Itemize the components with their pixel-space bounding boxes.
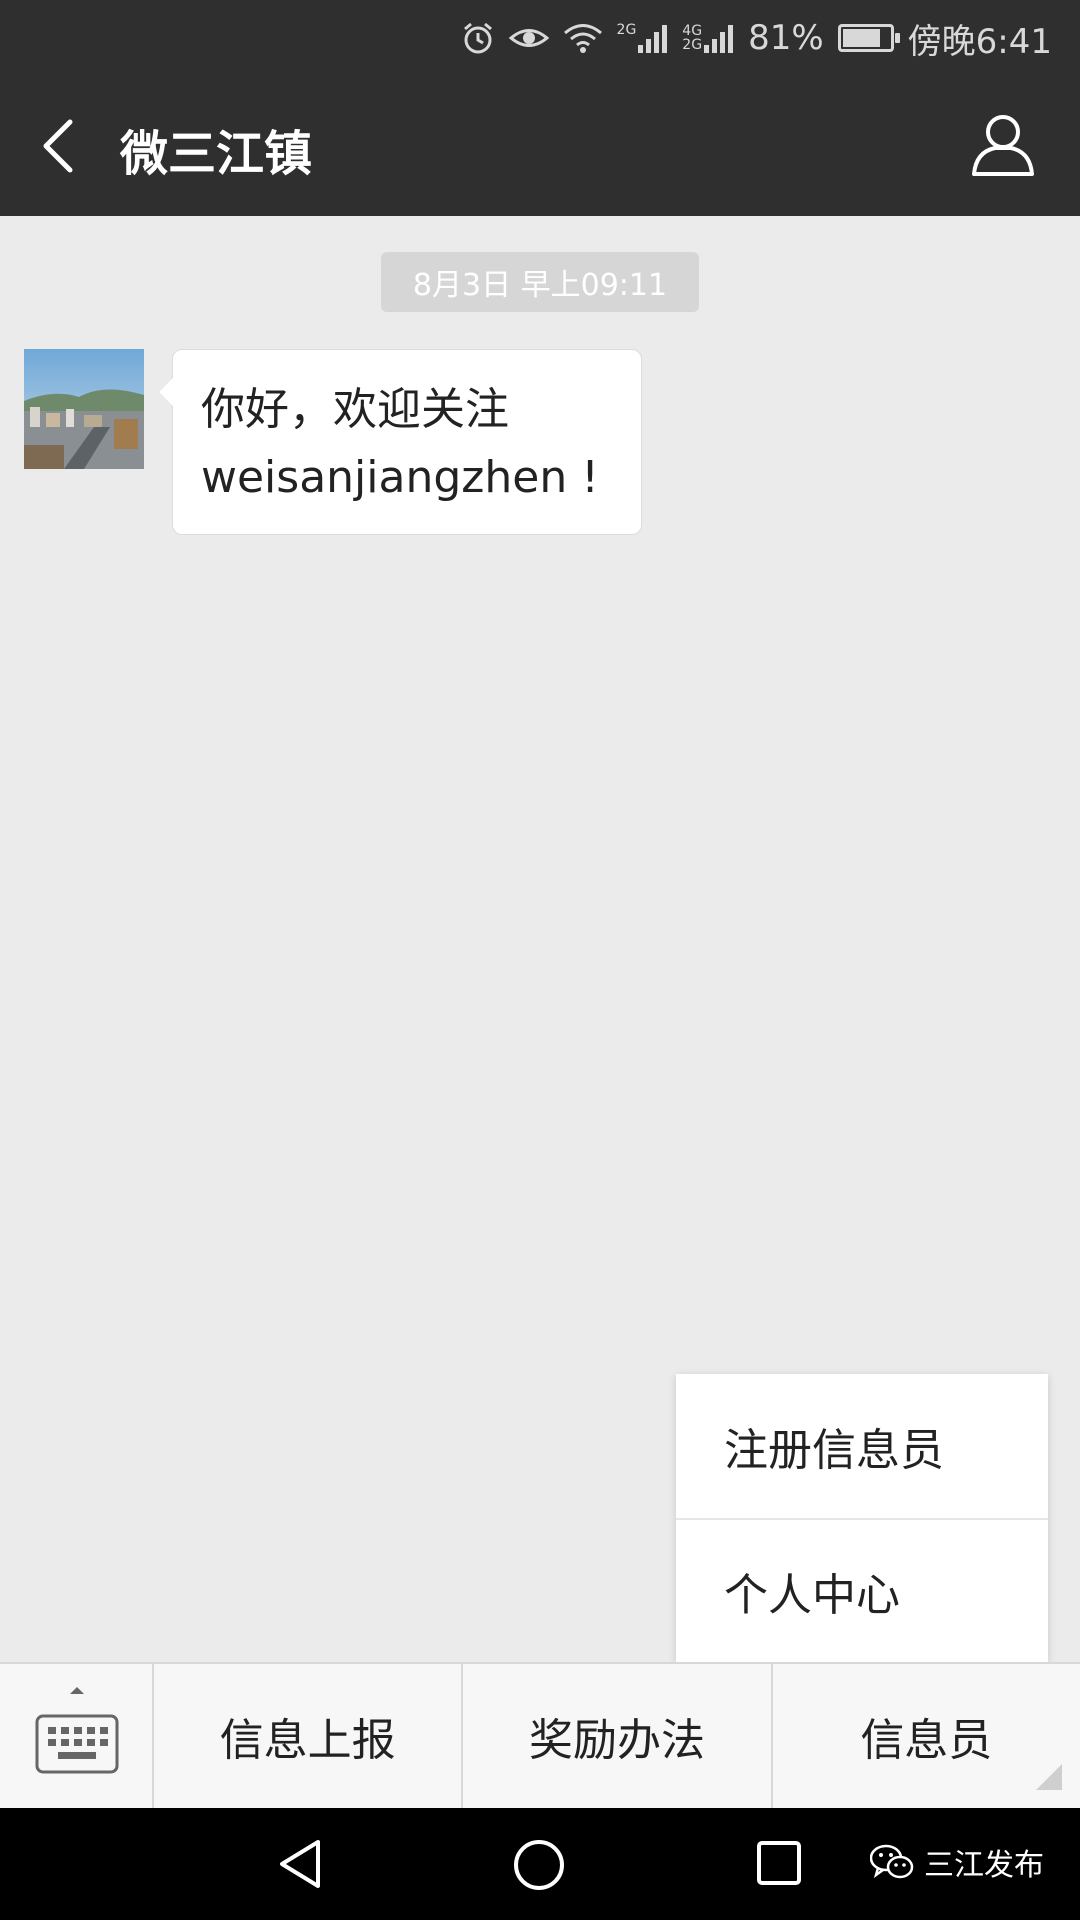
eye-icon: [508, 23, 549, 53]
triangle-back-icon: [280, 1840, 320, 1888]
title-bar: 微三江镇: [0, 76, 1080, 216]
menu-item-label: 信息上报: [219, 1715, 396, 1766]
battery-icon: [837, 24, 900, 52]
signal-icon: 2G: [617, 23, 669, 53]
bottom-menu-bar: 信息上报 奖励办法 信息员: [0, 1662, 1080, 1808]
submenu-item-personal-center[interactable]: 个人中心: [676, 1518, 1048, 1662]
submenu-item-register-informant[interactable]: 注册信息员: [676, 1374, 1048, 1518]
nav-back-button[interactable]: [276, 1838, 326, 1894]
submenu-indicator-icon: [1035, 1764, 1062, 1790]
watermark-text: 三江发布: [924, 1848, 1044, 1883]
status-bar: 2G 4G 2G 81% 傍晚6:41: [0, 0, 1080, 76]
message-text-line: weisanjiangzhen !: [201, 452, 599, 503]
menu-item-rewards[interactable]: 奖励办法: [461, 1664, 770, 1808]
signal-icon: 4G 2G: [682, 23, 734, 53]
back-button[interactable]: [36, 116, 86, 176]
nav-recent-apps-button[interactable]: [756, 1840, 802, 1890]
wechat-icon: [870, 1844, 914, 1879]
message-bubble[interactable]: 你好，欢迎关注 weisanjiangzhen !: [159, 349, 642, 535]
square-recent-icon: [757, 1841, 801, 1885]
system-nav-bar: 三江发布: [0, 1808, 1080, 1920]
profile-button[interactable]: [968, 110, 1038, 180]
message-text-line: 你好，欢迎关注: [201, 384, 509, 435]
menu-item-label: 奖励办法: [528, 1715, 705, 1766]
battery-percent: 81%: [748, 18, 824, 58]
keyboard-icon: [35, 1687, 119, 1774]
avatar[interactable]: [24, 349, 144, 469]
message-timestamp: 8月3日 早上09:11: [381, 252, 699, 312]
nav-home-button[interactable]: [512, 1838, 566, 1896]
alarm-icon: [461, 21, 495, 55]
circle-home-icon: [514, 1840, 564, 1890]
menu-item-informant[interactable]: 信息员: [770, 1664, 1080, 1808]
status-time: 傍晚6:41: [907, 21, 1052, 62]
wifi-icon: [563, 22, 603, 54]
menu-item-label: 信息员: [860, 1715, 993, 1766]
keyboard-toggle-button[interactable]: [0, 1664, 154, 1808]
account-avatar-image: [24, 349, 144, 469]
watermark: 三江发布: [870, 1840, 1044, 1884]
page-title: 微三江镇: [120, 126, 313, 182]
menu-item-report[interactable]: 信息上报: [154, 1664, 461, 1808]
person-icon: [972, 115, 1034, 176]
submenu-popup: 注册信息员 个人中心: [676, 1374, 1048, 1662]
chevron-left-icon: [43, 119, 73, 173]
